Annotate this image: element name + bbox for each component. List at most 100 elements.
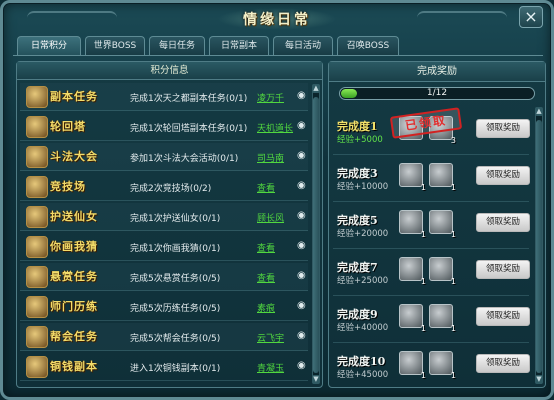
rewards-panel-header: 完成奖励: [329, 62, 545, 82]
task-row: 师门历练 完成5次历练任务(0/5) 素痕 ◉: [20, 293, 308, 321]
task-desc: 完成5次悬赏任务(0/5): [130, 274, 221, 284]
item-count: 1: [420, 371, 426, 380]
task-row: 斗法大会 参加1次斗法大会活动(0/1) 司马南 ◉: [20, 143, 308, 171]
scroll-down-arrow-icon[interactable]: ▼: [312, 375, 320, 384]
reward-item-icon[interactable]: 1: [399, 210, 426, 239]
scroll-up-arrow-icon[interactable]: ▲: [312, 84, 320, 93]
reward-item-icon[interactable]: 1: [399, 163, 426, 192]
claim-reward-button[interactable]: 领取奖励: [476, 119, 530, 138]
task-name: 斗法大会: [50, 150, 98, 163]
tab-daily-points[interactable]: 日常积分: [17, 36, 81, 56]
eye-icon[interactable]: ◉: [297, 361, 309, 371]
eye-icon[interactable]: ◉: [297, 301, 309, 311]
task-list-scrollbar[interactable]: ▲ ▼: [312, 84, 320, 384]
claim-reward-button[interactable]: 领取奖励: [476, 354, 530, 373]
eye-icon[interactable]: ◉: [297, 331, 309, 341]
tab-world-boss[interactable]: 世界BOSS: [85, 36, 145, 56]
task-npc-link[interactable]: 司马南: [257, 151, 284, 164]
task-npc-link[interactable]: 云飞宇: [257, 331, 284, 344]
scroll-up-arrow-icon[interactable]: ▲: [535, 107, 543, 116]
close-button[interactable]: ×: [519, 6, 543, 28]
reward-title: 完成度10: [337, 355, 386, 368]
reward-item-icon[interactable]: 1: [429, 351, 456, 380]
task-view-link[interactable]: 查看: [257, 241, 275, 254]
reward-item-icon[interactable]: 1: [429, 210, 456, 239]
task-name: 你画我猜: [50, 240, 98, 253]
dungeon-quest-icon: [26, 86, 48, 108]
tab-daily-dungeon[interactable]: 日常副本: [209, 36, 269, 56]
task-name: 轮回塔: [50, 120, 86, 133]
tab-summon-boss[interactable]: 召唤BOSS: [337, 36, 399, 56]
item-count: 3: [450, 136, 456, 145]
scroll-down-arrow-icon[interactable]: ▼: [535, 375, 543, 384]
eye-icon[interactable]: ◉: [297, 211, 309, 221]
item-count: 1: [420, 277, 426, 286]
claim-reward-button[interactable]: 领取奖励: [476, 166, 530, 185]
reward-item-icon[interactable]: 1: [429, 304, 456, 333]
reward-item-icon[interactable]: 1: [399, 257, 426, 286]
task-desc: 完成1次天之都副本任务(0/1): [130, 94, 248, 104]
reward-row: 完成度10 经验+45000 1 1 领取奖励: [333, 345, 530, 390]
tower-icon: [26, 116, 48, 138]
task-name: 副本任务: [50, 90, 98, 103]
task-row: 帮会任务 完成5次帮会任务(0/5) 云飞宇 ◉: [20, 323, 308, 351]
task-view-link[interactable]: 查看: [257, 181, 275, 194]
swords-icon: [26, 146, 48, 168]
eye-icon[interactable]: ◉: [297, 91, 309, 101]
master-icon: [26, 296, 48, 318]
task-row: 铜钱副本 进入1次铜钱副本(0/1) 青凝玉 ◉: [20, 353, 308, 381]
scrollbar-thumb[interactable]: [536, 120, 542, 373]
task-view-link[interactable]: 查看: [257, 271, 275, 284]
task-npc-link[interactable]: 凌万千: [257, 91, 284, 104]
task-row: 竞技场 完成2次竞技场(0/2) 查看 ◉: [20, 173, 308, 201]
eye-icon[interactable]: ◉: [297, 121, 309, 131]
tab-daily-events[interactable]: 每日活动: [273, 36, 333, 56]
guild-icon: [26, 326, 48, 348]
claim-reward-button[interactable]: 领取奖励: [476, 213, 530, 232]
claim-reward-button[interactable]: 领取奖励: [476, 307, 530, 326]
task-npc-link[interactable]: 青凝玉: [257, 361, 284, 374]
reward-item-icon[interactable]: 1: [399, 351, 426, 380]
reward-row: 完成度3 经验+10000 1 1 领取奖励: [333, 157, 530, 202]
rewards-panel: 完成奖励 1/12 完成度1 经验+5000 3 已领取 领取奖励 完成度3 经…: [328, 61, 546, 388]
reward-title: 完成度7: [337, 261, 378, 274]
reward-exp: 经验+40000: [337, 323, 389, 333]
task-name: 悬赏任务: [50, 270, 98, 283]
eye-icon[interactable]: ◉: [297, 271, 309, 281]
scrollbar-thumb[interactable]: [313, 97, 319, 373]
eye-icon[interactable]: ◉: [297, 241, 309, 251]
task-npc-link[interactable]: 素痕: [257, 301, 275, 314]
item-count: 1: [450, 277, 456, 286]
eye-icon[interactable]: ◉: [297, 151, 309, 161]
reward-item-icon[interactable]: 1: [429, 257, 456, 286]
reward-list-scrollbar[interactable]: ▲ ▼: [535, 107, 543, 384]
reward-item-icon[interactable]: 1: [399, 304, 426, 333]
eye-icon[interactable]: ◉: [297, 181, 309, 191]
task-desc: 完成5次历练任务(0/5): [130, 304, 221, 314]
tab-daily-quests[interactable]: 每日任务: [149, 36, 205, 56]
item-count: 1: [420, 183, 426, 192]
bounty-icon: [26, 266, 48, 288]
arena-icon: [26, 176, 48, 198]
reward-title: 完成度3: [337, 167, 378, 180]
task-npc-link[interactable]: 天机道长: [257, 121, 293, 134]
task-desc: 完成5次帮会任务(0/5): [130, 334, 221, 344]
claim-reward-button[interactable]: 领取奖励: [476, 260, 530, 279]
fairy-icon: [26, 206, 48, 228]
task-name: 师门历练: [50, 300, 98, 313]
reward-row: 完成度9 经验+40000 1 1 领取奖励: [333, 298, 530, 343]
reward-exp: 经验+45000: [337, 370, 389, 380]
reward-item-icon[interactable]: 1: [429, 163, 456, 192]
item-count: 1: [450, 371, 456, 380]
task-desc: 完成2次竞技场(0/2): [130, 184, 212, 194]
task-desc: 完成1次护送仙女(0/1): [130, 214, 221, 224]
reward-exp: 经验+20000: [337, 229, 389, 239]
task-name: 铜钱副本: [50, 360, 98, 373]
task-desc: 参加1次斗法大会活动(0/1): [130, 154, 239, 164]
reward-row: 完成度7 经验+25000 1 1 领取奖励: [333, 251, 530, 296]
task-npc-link[interactable]: 顾长风: [257, 211, 284, 224]
completion-progress-bar: 1/12: [339, 87, 535, 100]
task-name: 护送仙女: [50, 210, 98, 223]
reward-exp: 经验+10000: [337, 182, 389, 192]
reward-row: 完成度5 经验+20000 1 1 领取奖励: [333, 204, 530, 249]
